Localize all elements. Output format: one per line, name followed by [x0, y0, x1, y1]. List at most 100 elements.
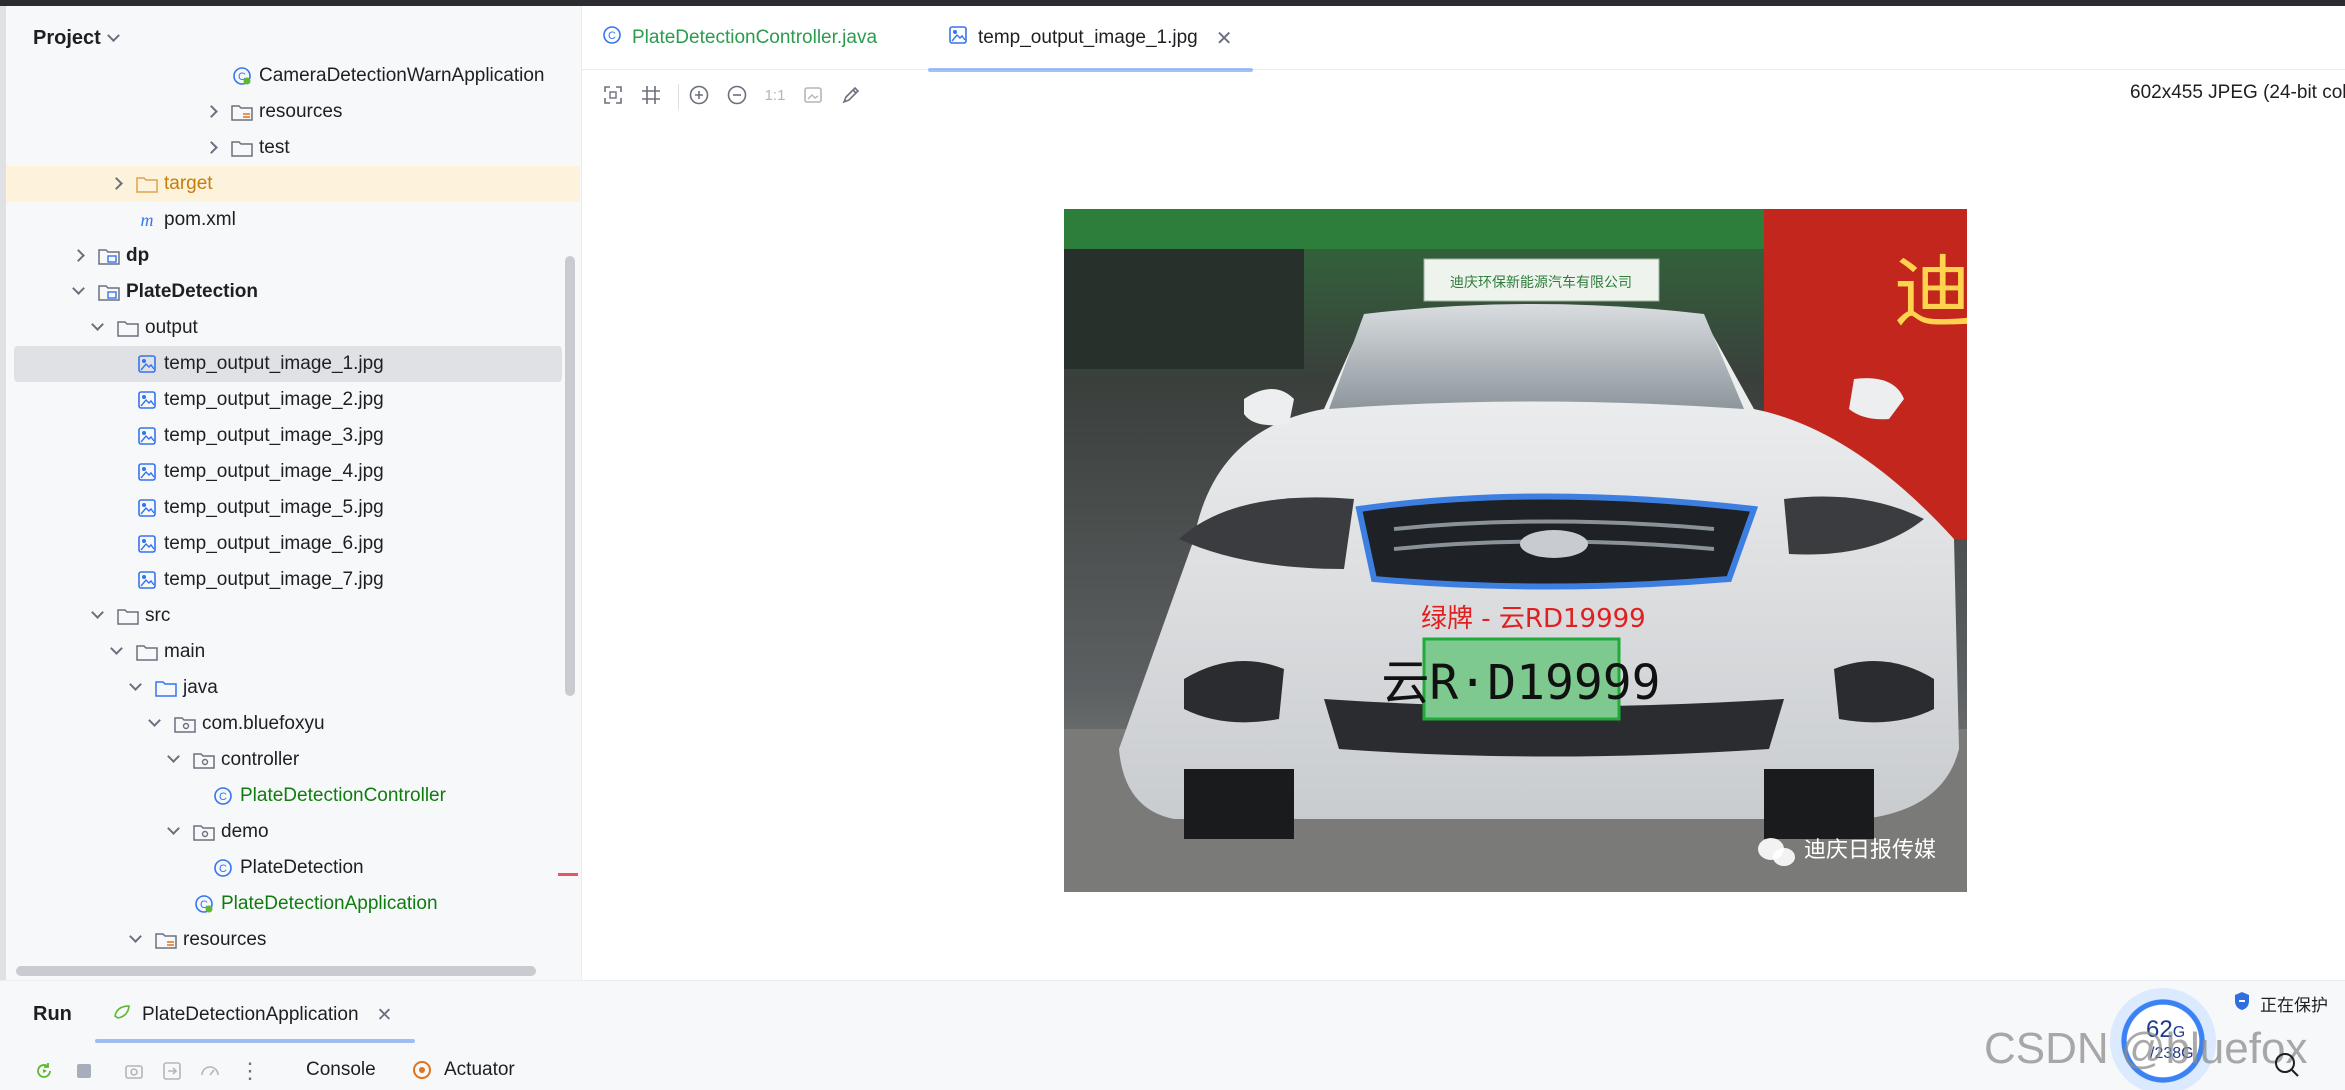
- tree-item[interactable]: C PlateDetection: [14, 850, 562, 886]
- chevron-down-icon[interactable]: [106, 28, 120, 42]
- class-icon: C: [211, 786, 235, 806]
- chevron-down-icon[interactable]: [91, 606, 104, 619]
- tree-item[interactable]: temp_output_image_6.jpg: [14, 526, 562, 562]
- search-zoom-icon[interactable]: [2272, 1050, 2302, 1085]
- restore-layout-icon[interactable]: [158, 1057, 186, 1085]
- chevron-down-icon[interactable]: [110, 642, 123, 655]
- tree-item-label: temp_output_image_2.jpg: [164, 389, 384, 410]
- zoom-in-icon[interactable]: [684, 80, 714, 110]
- actual-size-button[interactable]: 1:1: [760, 80, 790, 110]
- tree-item[interactable]: test: [14, 130, 562, 166]
- project-panel-title: Project: [33, 26, 101, 49]
- camera-icon[interactable]: [120, 1057, 148, 1085]
- shield-icon: [2232, 990, 2252, 1017]
- background-toggle-icon[interactable]: [798, 80, 828, 110]
- tree-item[interactable]: src: [14, 598, 562, 634]
- tree-item[interactable]: temp_output_image_2.jpg: [14, 382, 562, 418]
- image-file-icon: [135, 570, 159, 590]
- tree-item-label: target: [164, 173, 213, 194]
- chevron-right-icon[interactable]: [205, 141, 218, 154]
- tree-item-label: PlateDetectionApplication: [221, 893, 438, 914]
- tree-item[interactable]: target: [0, 166, 580, 202]
- tree-item[interactable]: resources: [14, 922, 562, 958]
- run-config-tab[interactable]: PlateDetectionApplication ✕: [112, 993, 392, 1037]
- stop-icon[interactable]: [70, 1057, 98, 1085]
- tree-item[interactable]: C PlateDetectionController: [14, 778, 562, 814]
- vertical-scrollbar[interactable]: [565, 256, 575, 696]
- tree-item-label: CameraDetectionWarnApplication: [259, 65, 545, 86]
- tree-item[interactable]: temp_output_image_1.jpg: [14, 346, 562, 382]
- tree-item[interactable]: temp_output_image_5.jpg: [14, 490, 562, 526]
- tree-item-label: PlateDetection: [126, 281, 258, 302]
- close-icon[interactable]: ✕: [377, 1004, 393, 1027]
- tree-item-label: PlateDetection: [240, 857, 364, 878]
- tree-item[interactable]: main: [14, 634, 562, 670]
- color-picker-icon[interactable]: [836, 80, 866, 110]
- tree-item-label: main: [164, 641, 206, 662]
- grid-icon[interactable]: [636, 80, 666, 110]
- chevron-down-icon[interactable]: [167, 750, 180, 763]
- security-protect-badge[interactable]: 正在保护: [2232, 990, 2328, 1017]
- image-file-icon: [135, 462, 159, 482]
- tree-item[interactable]: controller: [14, 742, 562, 778]
- chevron-down-icon[interactable]: [91, 318, 104, 331]
- tree-item[interactable]: demo: [14, 814, 562, 850]
- left-tool-strip: [0, 6, 6, 980]
- tree-item[interactable]: com.bluefoxyu: [14, 706, 562, 742]
- tree-item[interactable]: output: [14, 310, 562, 346]
- zoom-out-icon[interactable]: [722, 80, 752, 110]
- tree-item[interactable]: C PlateDetectionApplication: [14, 886, 562, 922]
- tree-item[interactable]: temp_output_image_3.jpg: [14, 418, 562, 454]
- folder-icon: [116, 606, 140, 626]
- spring-boot-run-icon: [112, 1002, 132, 1028]
- more-options-icon[interactable]: ⋮: [236, 1057, 264, 1085]
- chevron-down-icon[interactable]: [129, 678, 142, 691]
- chevron-down-icon[interactable]: [72, 282, 85, 295]
- tree-item[interactable]: temp_output_image_7.jpg: [14, 562, 562, 598]
- chevron-down-icon[interactable]: [129, 930, 142, 943]
- actuator-icon: [410, 1058, 434, 1087]
- tab-temp-output-image-1[interactable]: temp_output_image_1.jpg ✕: [948, 6, 1232, 70]
- tab-console[interactable]: Console: [306, 1059, 376, 1081]
- image-file-icon: [135, 426, 159, 446]
- chevron-down-icon[interactable]: [148, 714, 161, 727]
- tree-item[interactable]: java: [14, 670, 562, 706]
- close-icon[interactable]: ✕: [1216, 26, 1233, 51]
- chevron-right-icon[interactable]: [205, 105, 218, 118]
- tab-actuator[interactable]: Actuator: [444, 1059, 515, 1081]
- roof-sign-text: 迪庆环保新能源汽车有限公司: [1450, 274, 1632, 291]
- image-file-icon: [135, 498, 159, 518]
- chevron-down-icon[interactable]: [167, 822, 180, 835]
- svg-text:C: C: [219, 791, 227, 803]
- svg-text:C: C: [608, 30, 616, 42]
- resources-folder-icon: [154, 930, 178, 950]
- rerun-icon[interactable]: [30, 1057, 58, 1085]
- tab-label: PlateDetectionController.java: [632, 27, 878, 48]
- csdn-watermark: CSDN @bluefox: [1984, 1024, 2308, 1073]
- module-folder-icon: [97, 282, 121, 302]
- chevron-right-icon[interactable]: [72, 249, 85, 262]
- run-config-label: PlateDetectionApplication: [142, 1004, 359, 1025]
- tree-item[interactable]: C CameraDetectionWarnApplication: [14, 58, 562, 94]
- tree-item-label: test: [259, 137, 290, 158]
- plate-overlay-label: 绿牌 - 云RD19999: [1421, 604, 1646, 634]
- tree-item[interactable]: m pom.xml: [14, 202, 562, 238]
- chevron-right-icon[interactable]: [110, 177, 123, 190]
- profiler-icon[interactable]: [196, 1057, 224, 1085]
- tree-item[interactable]: PlateDetection: [14, 274, 562, 310]
- toolbar-separator: [678, 84, 679, 110]
- folder-icon: [230, 138, 254, 158]
- image-preview: 迪 迪庆环保新能源汽车有限公司 绿牌 - 云RD19999 云R·D19999: [1064, 209, 1967, 892]
- tree-item-label: temp_output_image_3.jpg: [164, 425, 384, 446]
- class-icon: C: [211, 858, 235, 878]
- project-panel: Project C CameraDetectionWarnApplication r…: [0, 6, 582, 980]
- image-file-icon: [135, 390, 159, 410]
- tree-item[interactable]: temp_output_image_4.jpg: [14, 454, 562, 490]
- fit-to-window-icon[interactable]: [598, 80, 628, 110]
- tree-item[interactable]: dp: [14, 238, 562, 274]
- active-run-tab-indicator: [95, 1039, 415, 1043]
- tree-item[interactable]: resources: [14, 94, 562, 130]
- spring-class-icon: C: [230, 66, 254, 86]
- tab-platedetectioncontroller[interactable]: C PlateDetectionController.java: [602, 6, 877, 70]
- horizontal-scrollbar[interactable]: [16, 966, 536, 976]
